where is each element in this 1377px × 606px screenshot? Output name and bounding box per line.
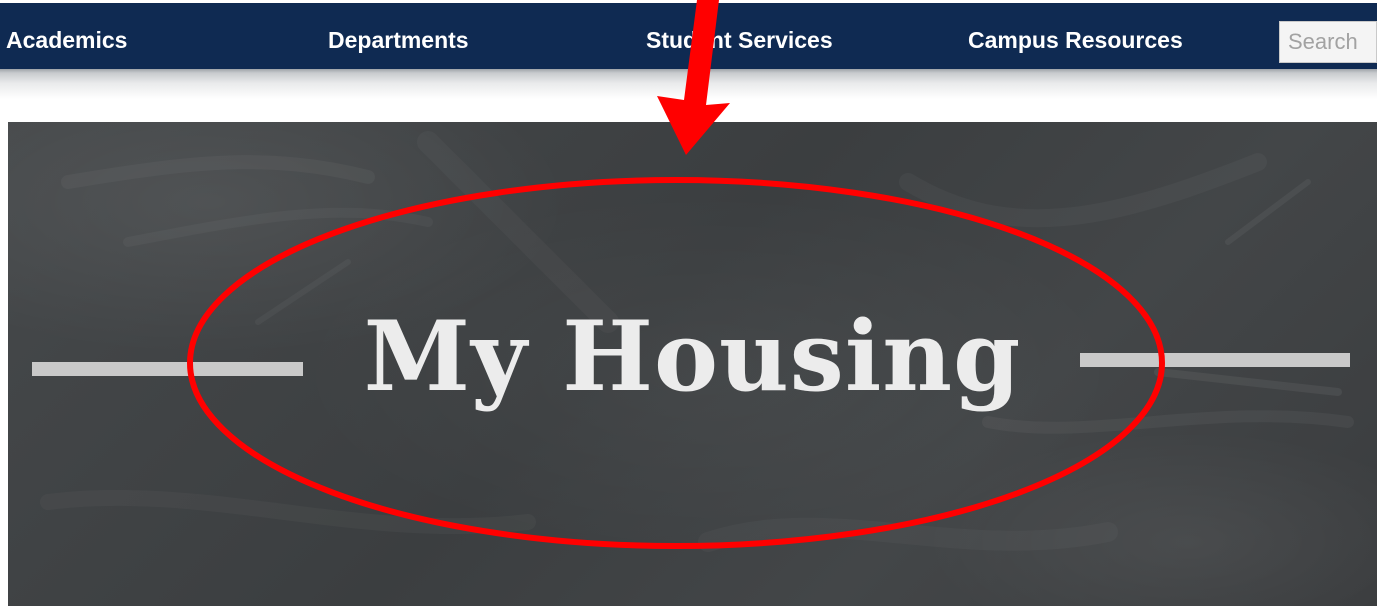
search-input[interactable] [1279, 21, 1377, 63]
page-title: My Housing [363, 300, 1022, 413]
hero-banner: My Housing [8, 122, 1377, 606]
top-navigation-bar: Academics Departments Student Services C… [0, 3, 1377, 69]
nav-item-departments[interactable]: Departments [328, 26, 469, 54]
navigation-shadow [0, 69, 1377, 99]
nav-item-student-services[interactable]: Student Services [646, 26, 833, 54]
nav-item-academics[interactable]: Academics [6, 26, 127, 54]
nav-item-campus-resources[interactable]: Campus Resources [968, 26, 1183, 54]
page: Academics Departments Student Services C… [0, 0, 1377, 606]
